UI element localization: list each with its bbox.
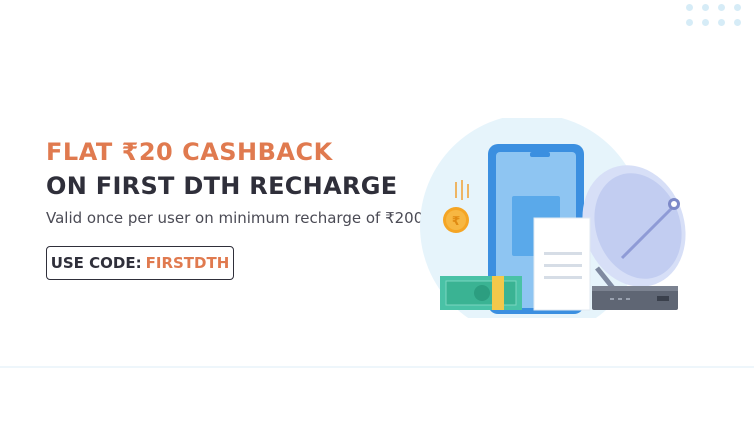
decorative-dots xyxy=(684,4,754,30)
offer-headline: FLAT ₹20 CASHBACK xyxy=(46,138,333,166)
promo-code-label: USE CODE: xyxy=(50,254,142,272)
promo-code-button[interactable]: USE CODE: FIRSTDTH xyxy=(46,246,234,280)
svg-text:₹: ₹ xyxy=(452,214,460,228)
receipt-icon xyxy=(533,217,591,311)
offer-subheadline: ON FIRST DTH RECHARGE xyxy=(46,172,398,200)
dth-illustration: ₹ xyxy=(420,118,686,318)
cash-icon xyxy=(440,276,522,310)
offer-banner: FLAT ₹20 CASHBACK ON FIRST DTH RECHARGE … xyxy=(0,0,754,368)
offer-description: Valid once per user on minimum recharge … xyxy=(46,209,424,227)
promo-code-value: FIRSTDTH xyxy=(145,254,230,272)
set-top-box-icon xyxy=(592,286,678,310)
